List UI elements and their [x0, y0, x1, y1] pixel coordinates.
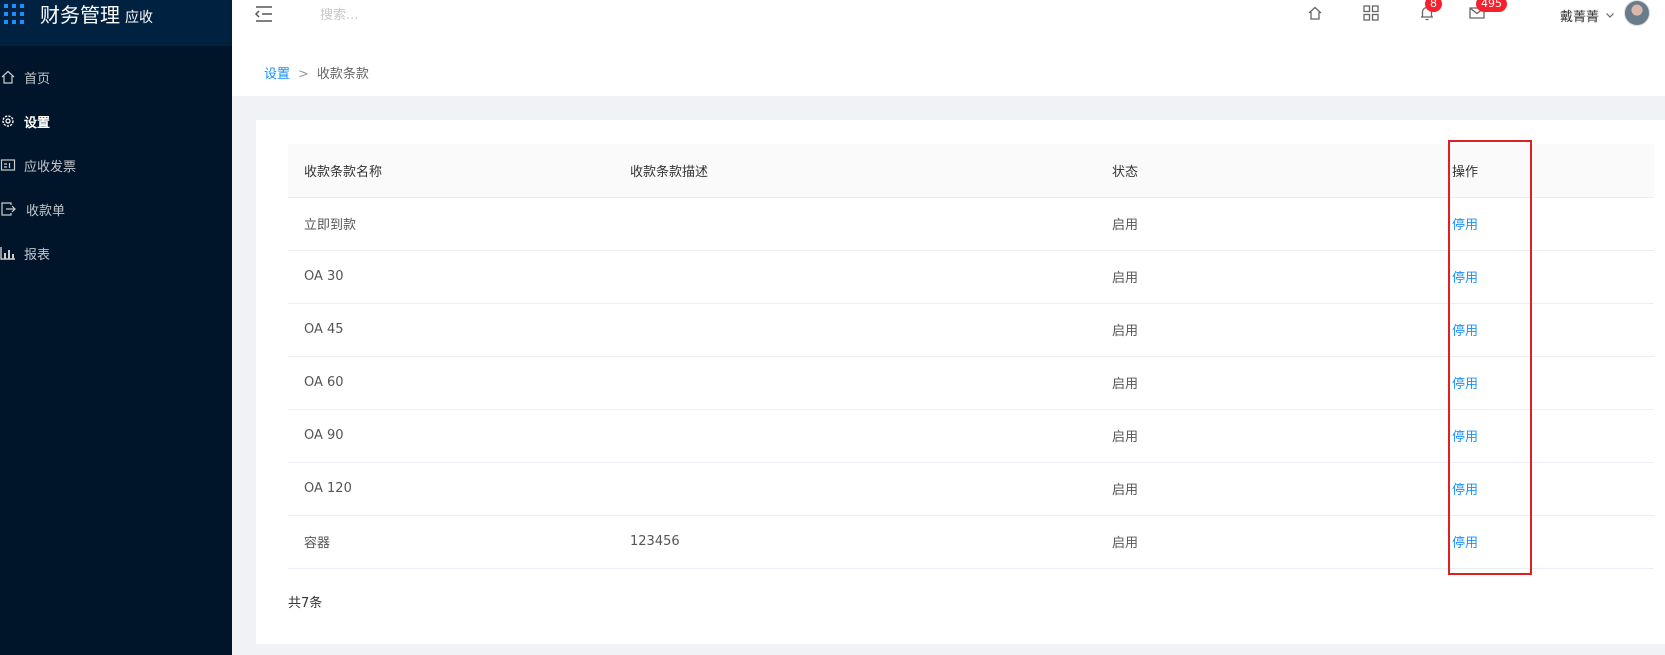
table-row: OA 45 启用 停用: [288, 303, 1654, 357]
sidebar-item-receipts[interactable]: 收款单: [0, 194, 232, 224]
menu-collapse-icon[interactable]: [254, 4, 274, 24]
breadcrumb-current: 收款条款: [316, 67, 369, 82]
table-row: OA 120 启用 停用: [288, 462, 1654, 516]
cell-status: 启用: [1112, 515, 1452, 569]
sidebar-item-home[interactable]: 首页: [0, 62, 232, 92]
bar-chart-icon: [0, 247, 15, 260]
cell-name: OA 45: [288, 303, 630, 357]
cell-status: 启用: [1112, 356, 1452, 410]
cell-status: 启用: [1112, 462, 1452, 516]
table-row: OA 60 启用 停用: [288, 356, 1654, 410]
disable-link[interactable]: 停用: [1452, 218, 1478, 233]
cell-name: 立即到款: [288, 197, 630, 251]
payment-terms-table: 收款条款名称 收款条款描述 状态 操作 立即到款 启用 停用 OA 30 启用 …: [288, 144, 1654, 569]
sidebar-item-reports[interactable]: 报表: [0, 238, 232, 268]
disable-link[interactable]: 停用: [1452, 271, 1478, 286]
sidebar-item-settings[interactable]: 设置: [0, 106, 232, 136]
cell-description: [630, 356, 1112, 410]
cell-status: 启用: [1112, 250, 1452, 304]
column-header-description[interactable]: 收款条款描述: [630, 144, 1112, 198]
breadcrumb-link-settings[interactable]: 设置: [264, 67, 290, 82]
cell-description: [630, 303, 1112, 357]
cell-description: [630, 250, 1112, 304]
cell-description: [630, 462, 1112, 516]
sidebar: 财务管理 应收 首页 设置 应收发票 收款单 报表: [0, 0, 232, 655]
table-row: 立即到款 启用 停用: [288, 197, 1654, 251]
column-header-status[interactable]: 状态: [1112, 144, 1452, 198]
home-icon[interactable]: [1306, 4, 1324, 22]
disable-link[interactable]: 停用: [1452, 536, 1478, 551]
table-header-row: 收款条款名称 收款条款描述 状态 操作: [288, 144, 1654, 198]
sidebar-item-label: 首页: [24, 72, 51, 87]
user-menu[interactable]: 戴菁菁: [1560, 0, 1615, 30]
sidebar-item-label: 收款单: [26, 204, 66, 219]
cell-name: 容器: [288, 515, 630, 569]
chevron-down-icon: [1606, 13, 1614, 18]
sidebar-item-invoices[interactable]: 应收发票: [0, 150, 232, 180]
sidebar-item-label: 设置: [24, 116, 51, 131]
cell-name: OA 90: [288, 409, 630, 463]
search-input[interactable]: [320, 2, 580, 28]
table-row: 容器 123456 启用 停用: [288, 515, 1654, 569]
message-badge: 495: [1476, 0, 1507, 12]
top-header: 8 495 戴菁菁: [232, 0, 1665, 46]
breadcrumb-separator: >: [298, 67, 309, 82]
gear-icon: [2, 115, 14, 127]
user-name: 戴菁菁: [1560, 9, 1600, 25]
invoice-icon: [0, 159, 16, 171]
breadcrumb: 设置 > 收款条款: [264, 63, 369, 82]
cell-name: OA 30: [288, 250, 630, 304]
disable-link[interactable]: 停用: [1452, 430, 1478, 445]
receipt-icon: [1, 202, 16, 216]
apps-grid-icon[interactable]: [1362, 4, 1380, 22]
disable-link[interactable]: 停用: [1452, 483, 1478, 498]
app-subtitle: 应收: [125, 10, 153, 26]
cell-name: OA 60: [288, 356, 630, 410]
table-total-count: 共7条: [288, 596, 323, 611]
avatar[interactable]: [1624, 0, 1650, 26]
table-row: OA 90 启用 停用: [288, 409, 1654, 463]
cell-status: 启用: [1112, 303, 1452, 357]
column-header-name[interactable]: 收款条款名称: [288, 144, 630, 198]
cell-name: OA 120: [288, 462, 630, 516]
notification-badge: 8: [1425, 0, 1442, 12]
cell-status: 启用: [1112, 197, 1452, 251]
breadcrumb-bar: 设置 > 收款条款: [232, 46, 1665, 96]
disable-link[interactable]: 停用: [1452, 377, 1478, 392]
column-header-actions: 操作: [1452, 144, 1654, 198]
cell-status: 启用: [1112, 409, 1452, 463]
cell-description: [630, 409, 1112, 463]
cell-description: 123456: [630, 515, 1112, 569]
table-row: OA 30 启用 停用: [288, 250, 1654, 304]
home-icon: [1, 70, 15, 84]
sidebar-item-label: 报表: [24, 248, 51, 263]
app-title: 财务管理: [40, 3, 120, 27]
app-logo[interactable]: 财务管理 应收: [0, 0, 232, 46]
content-card: 收款条款名称 收款条款描述 状态 操作 立即到款 启用 停用 OA 30 启用 …: [256, 120, 1665, 644]
cell-description: [630, 197, 1112, 251]
app-grid-icon: [4, 4, 24, 24]
disable-link[interactable]: 停用: [1452, 324, 1478, 339]
sidebar-item-label: 应收发票: [24, 160, 77, 175]
